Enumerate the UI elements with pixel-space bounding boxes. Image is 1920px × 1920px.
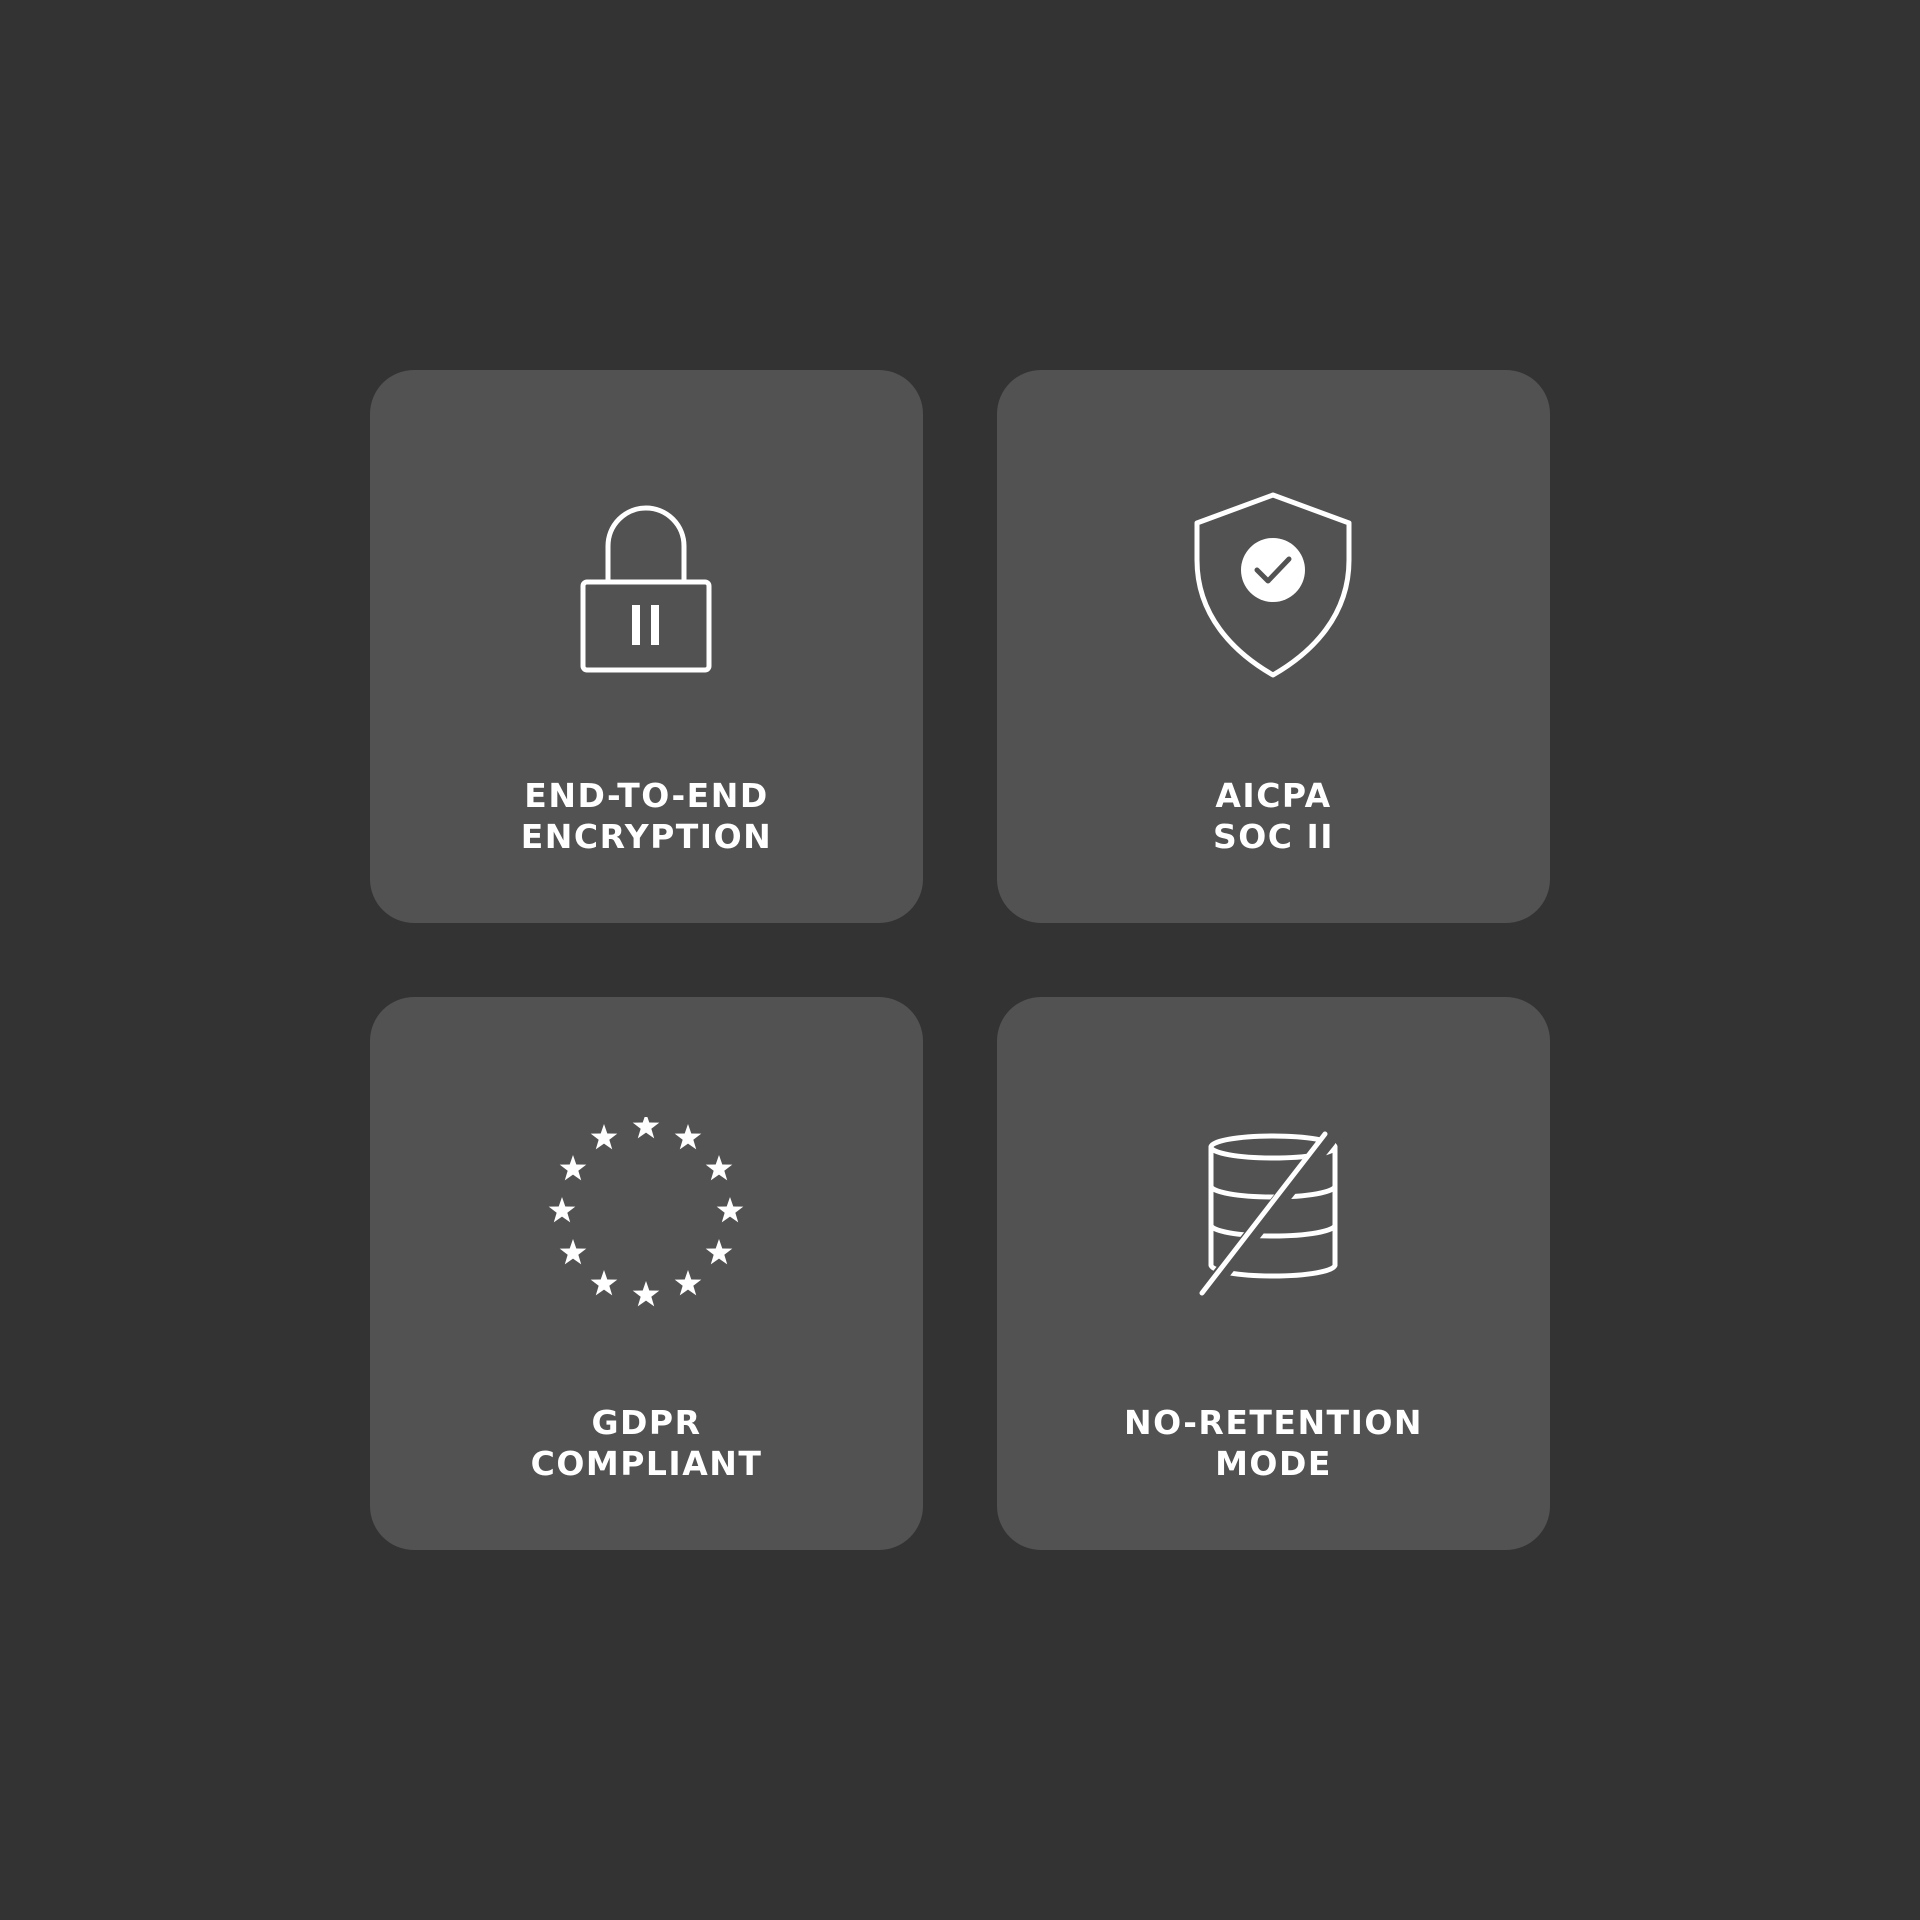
eu-stars-icon bbox=[496, 1117, 796, 1357]
badge-label-line2: ENCRYPTION bbox=[520, 817, 773, 856]
badge-label-soc2: AICPA SOC II bbox=[997, 775, 1550, 857]
badge-card-no-retention: NO-RETENTION MODE bbox=[997, 997, 1550, 1550]
badge-label-encryption: END-TO-END ENCRYPTION bbox=[370, 775, 923, 857]
badge-card-soc2: AICPA SOC II bbox=[997, 370, 1550, 923]
padlock-icon bbox=[496, 490, 796, 730]
security-badges-grid: END-TO-END ENCRYPTION AICPA SOC II GDPR … bbox=[370, 370, 1550, 1550]
badge-card-gdpr: GDPR COMPLIANT bbox=[370, 997, 923, 1550]
badge-card-encryption: END-TO-END ENCRYPTION bbox=[370, 370, 923, 923]
badge-label-line2: SOC II bbox=[1212, 817, 1335, 856]
badge-label-line1: GDPR bbox=[591, 1403, 702, 1442]
badge-label-line2: MODE bbox=[1215, 1444, 1332, 1483]
badge-label-line1: NO-RETENTION bbox=[1123, 1403, 1424, 1442]
badge-label-line2: COMPLIANT bbox=[530, 1444, 763, 1483]
badge-label-line1: END-TO-END bbox=[524, 776, 769, 815]
shield-check-icon bbox=[1123, 490, 1423, 730]
badge-label-gdpr: GDPR COMPLIANT bbox=[370, 1402, 923, 1484]
badge-label-line1: AICPA bbox=[1215, 776, 1332, 815]
database-slash-icon bbox=[1123, 1117, 1423, 1357]
badge-label-no-retention: NO-RETENTION MODE bbox=[997, 1402, 1550, 1484]
